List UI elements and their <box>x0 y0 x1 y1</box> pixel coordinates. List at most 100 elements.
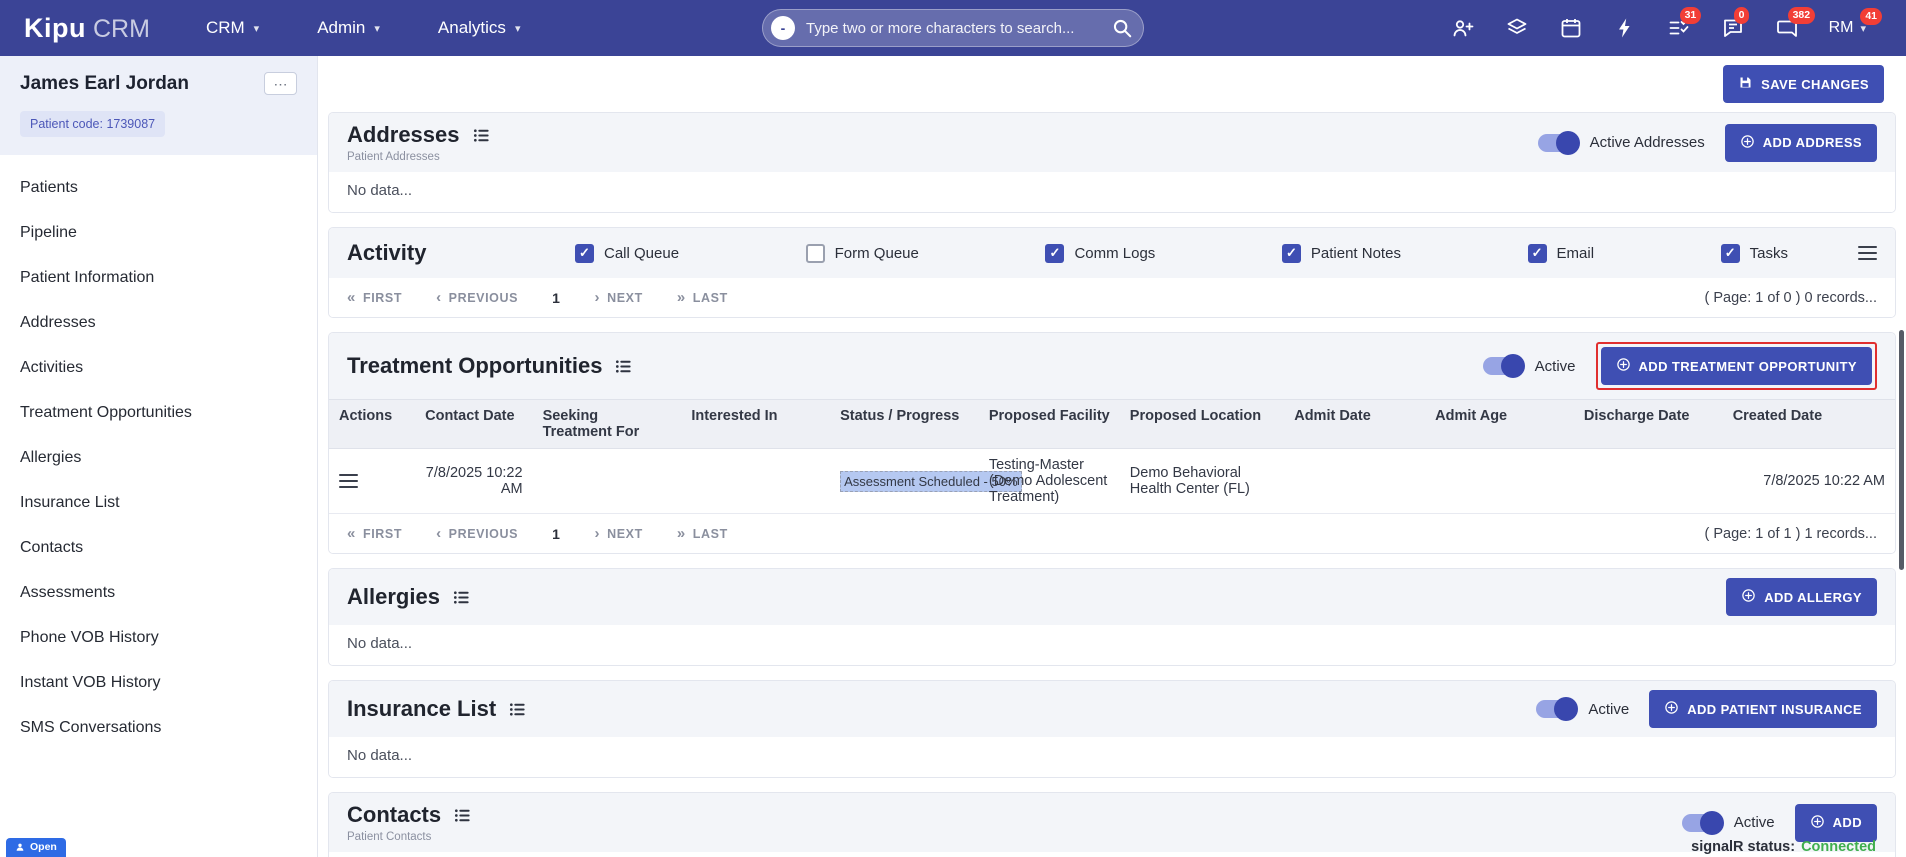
addresses-section: Addresses Patient Addresses Active Addre… <box>328 112 1896 213</box>
sidebar-item-phone-vob-history[interactable]: Phone VOB History <box>0 615 317 660</box>
add-address-button[interactable]: ADD ADDRESS <box>1724 123 1877 162</box>
brand-kipu: Kipu <box>24 12 86 43</box>
toggle-switch[interactable] <box>1482 354 1525 378</box>
add-contact-button[interactable]: ADD <box>1794 803 1877 842</box>
vertical-scrollbar[interactable] <box>1899 330 1904 570</box>
user-menu[interactable]: RM ▾ 41 <box>1829 8 1882 37</box>
row-actions-menu-icon[interactable] <box>339 474 358 488</box>
plus-circle-icon <box>1810 814 1825 832</box>
layers-icon[interactable] <box>1505 16 1529 40</box>
search-icon[interactable] <box>1109 15 1135 41</box>
list-view-icon[interactable] <box>452 588 471 607</box>
cell-created-date: 7/8/2025 10:22 AM <box>1722 448 1895 514</box>
menu-admin[interactable]: Admin ▾ <box>317 18 380 38</box>
checkbox-call-queue[interactable]: ✓ <box>575 243 594 263</box>
filter-email[interactable]: ✓ Email <box>1527 243 1594 263</box>
pagination-previous-button[interactable]: ‹ PREVIOUS <box>436 525 518 542</box>
chevron-down-icon: ▾ <box>514 22 521 35</box>
toggle-switch[interactable] <box>1681 810 1724 835</box>
list-view-icon[interactable] <box>614 357 633 376</box>
add-contact-label: ADD <box>1832 815 1862 830</box>
checkbox-comm-logs[interactable]: ✓ <box>1045 243 1065 263</box>
chat-icon[interactable]: 0 <box>1721 7 1750 40</box>
pagination-page-number[interactable]: 1 <box>552 290 560 306</box>
pagination-last-label: LAST <box>692 290 728 305</box>
contacts-active-toggle[interactable]: Active <box>1681 810 1775 835</box>
calendar-icon[interactable] <box>1559 16 1583 40</box>
filter-comm-logs[interactable]: ✓ Comm Logs <box>1045 243 1155 263</box>
sidebar-item-instant-vob-history[interactable]: Instant VOB History <box>0 660 317 705</box>
sidebar-item-patients[interactable]: Patients <box>0 165 317 210</box>
menu-analytics[interactable]: Analytics ▾ <box>438 18 521 38</box>
app-root: Kipu CRM CRM ▾ Admin ▾ Analytics ▾ - Typ… <box>0 0 1906 857</box>
sidebar-item-addresses[interactable]: Addresses <box>0 300 317 345</box>
filter-tasks[interactable]: ✓ Tasks <box>1720 243 1788 263</box>
save-bar: SAVE CHANGES <box>328 56 1896 112</box>
pagination-previous-button[interactable]: ‹ PREVIOUS <box>436 289 518 306</box>
sidebar-item-activities[interactable]: Activities <box>0 345 317 390</box>
list-view-icon[interactable] <box>472 126 491 145</box>
checkbox-email[interactable]: ✓ <box>1527 243 1547 263</box>
allergies-section: Allergies ADD ALLERGY No data... <box>328 568 1896 666</box>
sidebar-nav: Patients Pipeline Patient Information Ad… <box>0 155 317 760</box>
tasks-icon[interactable]: 31 <box>1667 7 1702 40</box>
column-header-admit-date: Admit Date <box>1284 399 1426 449</box>
sidebar-item-contacts[interactable]: Contacts <box>0 525 317 570</box>
menu-crm[interactable]: CRM ▾ <box>206 18 259 38</box>
toggle-switch[interactable] <box>1536 697 1579 721</box>
treatment-active-toggle[interactable]: Active <box>1482 354 1576 378</box>
search-input[interactable] <box>806 19 1098 37</box>
person-icon <box>16 843 24 851</box>
app-logo[interactable]: Kipu CRM <box>24 13 150 44</box>
treatment-table-header-row: Actions Contact Date Seeking Treatment F… <box>329 399 1895 449</box>
toggle-switch[interactable] <box>1537 130 1580 155</box>
search-scope-toggle[interactable]: - <box>771 16 795 40</box>
chat-badge: 0 <box>1733 7 1750 24</box>
signalr-status: signalR status: Connected <box>1691 839 1876 855</box>
pagination-page-number[interactable]: 1 <box>552 526 560 542</box>
sidebar-item-assessments[interactable]: Assessments <box>0 570 317 615</box>
pagination-next-button[interactable]: › NEXT <box>594 525 642 542</box>
column-header-contact-date: Contact Date <box>415 399 533 449</box>
column-header-proposed-facility: Proposed Facility <box>978 399 1120 449</box>
pagination-last-button[interactable]: » LAST <box>677 525 728 542</box>
sidebar-item-allergies[interactable]: Allergies <box>0 435 317 480</box>
sidebar-item-treatment-opportunities[interactable]: Treatment Opportunities <box>0 390 317 435</box>
cell-seeking-treatment-for <box>532 448 682 514</box>
activity-menu-icon[interactable] <box>1858 246 1877 260</box>
active-addresses-toggle-label: Active Addresses <box>1589 134 1705 151</box>
list-view-icon[interactable] <box>508 700 527 719</box>
pagination-next-button[interactable]: › NEXT <box>594 289 642 306</box>
checkbox-form-queue[interactable]: ✓ <box>805 243 825 263</box>
add-allergy-button[interactable]: ADD ALLERGY <box>1726 578 1877 616</box>
insurance-active-toggle[interactable]: Active <box>1536 697 1629 721</box>
pagination-first-button[interactable]: « FIRST <box>347 525 402 542</box>
sidebar-item-insurance-list[interactable]: Insurance List <box>0 480 317 525</box>
sidebar-item-pipeline[interactable]: Pipeline <box>0 210 317 255</box>
chat-widget-tab[interactable]: Open <box>6 838 66 857</box>
patient-options-button[interactable]: ⋯ <box>264 72 297 95</box>
contacts-active-toggle-label: Active <box>1733 814 1775 831</box>
checkbox-tasks[interactable]: ✓ <box>1720 243 1740 263</box>
pagination-first-label: FIRST <box>362 290 403 305</box>
lightning-icon[interactable] <box>1613 16 1637 40</box>
column-header-admit-age: Admit Age <box>1425 399 1574 449</box>
sidebar-item-patient-information[interactable]: Patient Information <box>0 255 317 300</box>
global-search[interactable]: - <box>762 9 1144 47</box>
save-changes-button[interactable]: SAVE CHANGES <box>1723 65 1884 103</box>
filter-call-queue[interactable]: ✓ Call Queue <box>575 243 679 263</box>
filter-patient-notes[interactable]: ✓ Patient Notes <box>1281 243 1401 263</box>
checkbox-patient-notes[interactable]: ✓ <box>1281 243 1301 263</box>
add-patient-insurance-button[interactable]: ADD PATIENT INSURANCE <box>1649 690 1877 728</box>
filter-form-queue[interactable]: ✓ Form Queue <box>805 243 919 263</box>
pagination-last-button[interactable]: » LAST <box>677 289 728 306</box>
add-contact-icon[interactable] <box>1451 16 1475 40</box>
chevron-down-icon: ▾ <box>374 22 380 35</box>
sidebar-item-sms-conversations[interactable]: SMS Conversations <box>0 705 317 750</box>
inbox-icon[interactable]: 382 <box>1775 7 1816 40</box>
pagination-first-button[interactable]: « FIRST <box>347 289 402 306</box>
list-view-icon[interactable] <box>453 806 472 825</box>
active-addresses-toggle[interactable]: Active Addresses <box>1537 130 1705 155</box>
add-treatment-opportunity-button[interactable]: ADD TREATMENT OPPORTUNITY <box>1600 347 1872 385</box>
pagination-first-label: FIRST <box>362 526 403 541</box>
